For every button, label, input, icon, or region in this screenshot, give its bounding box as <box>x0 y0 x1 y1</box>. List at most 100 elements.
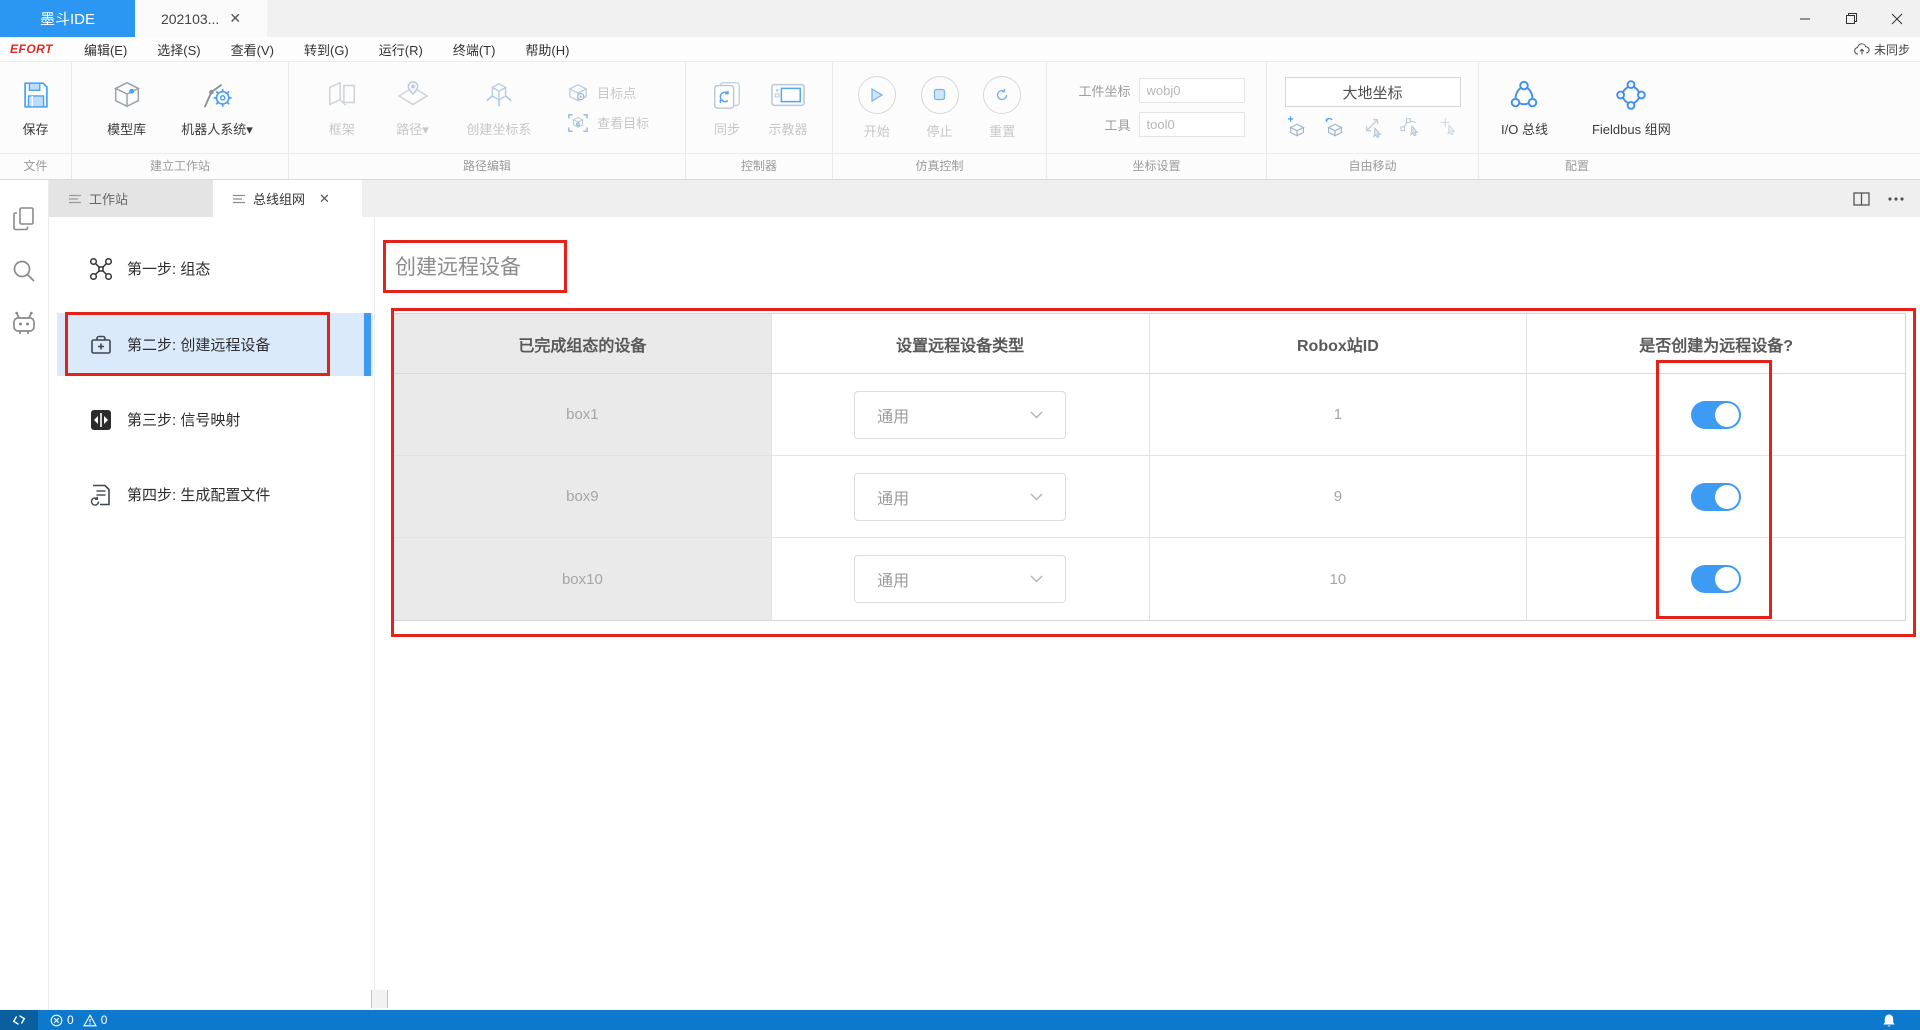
teach-pendant-button[interactable]: 示教器 <box>768 78 808 138</box>
view-target-label: 查看目标 <box>597 113 649 132</box>
step-1-item[interactable]: 第一步: 组态 <box>49 237 375 300</box>
fieldbus-label: Fieldbus 组网 <box>1592 119 1671 138</box>
device-type-select[interactable]: 通用 <box>854 555 1066 603</box>
view-target-icon <box>567 113 589 133</box>
tool-input[interactable] <box>1139 112 1245 137</box>
tab-bus-network[interactable]: 总线组网 ✕ <box>213 180 362 217</box>
toolbar-group-controller: 同步 示教器 控制器 <box>686 62 833 179</box>
menu-edit[interactable]: 编辑(E) <box>69 40 142 59</box>
world-coord-value: 大地坐标 <box>1342 82 1402 103</box>
document-tab-close-icon[interactable]: ✕ <box>229 10 241 27</box>
reset-button[interactable]: 重置 <box>983 76 1021 140</box>
menu-help[interactable]: 帮助(H) <box>510 40 584 59</box>
split-editor-icon[interactable] <box>1853 192 1870 206</box>
configuration-icon <box>89 257 113 281</box>
remote-device-toggle[interactable] <box>1691 565 1741 593</box>
document-tab[interactable]: 202103... ✕ <box>135 0 267 37</box>
move-object-icon[interactable] <box>1285 116 1309 138</box>
robot-system-icon <box>199 78 235 112</box>
target-point-icon <box>567 83 589 103</box>
step-1-label: 第一步: 组态 <box>127 258 210 279</box>
start-button[interactable]: 开始 <box>858 76 896 140</box>
minimize-button[interactable] <box>1782 0 1828 37</box>
restore-button[interactable] <box>1828 0 1874 37</box>
remote-indicator[interactable] <box>0 1010 38 1030</box>
app-tab[interactable]: 墨斗IDE <box>0 0 135 37</box>
menu-run[interactable]: 运行(R) <box>364 40 438 59</box>
step-2-item[interactable]: 第二步: 创建远程设备 <box>57 313 373 376</box>
create-device-icon <box>89 333 113 357</box>
panel-tab-strip: 工作站 总线组网 ✕ <box>49 180 1920 217</box>
tab-bus-network-close-icon[interactable]: ✕ <box>319 191 330 207</box>
toolbar-group-coord: 工件坐标 工具 坐标设置 <box>1047 62 1267 179</box>
notifications-button[interactable] <box>1882 1013 1920 1028</box>
create-coord-button[interactable]: 创建坐标系 <box>466 78 531 138</box>
remote-device-toggle[interactable] <box>1691 483 1741 511</box>
fieldbus-button[interactable]: Fieldbus 组网 <box>1592 78 1671 138</box>
wobj-input[interactable] <box>1139 78 1245 103</box>
tool-label: 工具 <box>1069 115 1131 134</box>
save-button[interactable]: 保存 <box>19 78 53 138</box>
step-3-label: 第三步: 信号映射 <box>127 409 240 430</box>
menu-terminal[interactable]: 终端(T) <box>438 40 511 59</box>
cloud-upload-icon <box>1854 43 1870 56</box>
view-target-button[interactable]: 查看目标 <box>567 113 649 133</box>
io-bus-button[interactable]: I/O 总线 <box>1501 78 1548 138</box>
page-title: 创建远程设备 <box>395 251 521 281</box>
close-button[interactable] <box>1874 0 1920 37</box>
path-label: 路径▾ <box>396 119 429 138</box>
chevron-down-icon <box>1030 493 1043 501</box>
explorer-icon[interactable] <box>11 206 37 232</box>
model-library-button[interactable]: 模型库 <box>107 78 146 138</box>
stop-label: 停止 <box>926 121 952 140</box>
start-label: 开始 <box>864 121 890 140</box>
menu-view[interactable]: 查看(V) <box>216 40 289 59</box>
group-label-path-edit: 路径编辑 <box>289 154 685 179</box>
bell-icon <box>1882 1013 1896 1028</box>
scale-cursor-icon[interactable] <box>1361 116 1385 138</box>
chevron-down-icon <box>1030 411 1043 419</box>
menu-goto[interactable]: 转到(G) <box>289 40 364 59</box>
remote-device-toggle[interactable] <box>1691 401 1741 429</box>
toolbar-group-sim: 开始 停止 重置 仿真控制 <box>833 62 1047 179</box>
stop-button[interactable]: 停止 <box>921 76 959 140</box>
sync-status[interactable]: 未同步 <box>1854 41 1920 58</box>
create-coord-label: 创建坐标系 <box>466 119 531 138</box>
frame-button[interactable]: 框架 <box>325 78 359 138</box>
toolbar-group-workstation: 模型库 机器人系统▾ 建立工作站 <box>72 62 289 179</box>
minimize-icon <box>1799 13 1811 25</box>
fieldbus-icon <box>1614 78 1648 112</box>
remote-icon <box>11 1012 28 1029</box>
robot-system-button[interactable]: 机器人系统▾ <box>181 78 253 138</box>
station-id-cell: 10 <box>1150 538 1528 620</box>
world-coord-select[interactable]: 大地坐标 <box>1285 77 1461 107</box>
efort-logo: EFORT <box>10 42 53 56</box>
node-edit-cursor-icon[interactable] <box>1399 116 1423 138</box>
path-button[interactable]: 路径▾ <box>395 78 431 138</box>
io-bus-label: I/O 总线 <box>1501 119 1548 138</box>
group-label-workstation: 建立工作站 <box>72 154 288 179</box>
menubar: EFORT 编辑(E) 选择(S) 查看(V) 转到(G) 运行(R) 终端(T… <box>0 37 1920 62</box>
sync-button[interactable]: 同步 <box>710 78 744 138</box>
device-type-select[interactable]: 通用 <box>854 473 1066 521</box>
panel-resize-handle[interactable] <box>371 990 388 1008</box>
step-4-item[interactable]: 第四步: 生成配置文件 <box>49 463 375 526</box>
search-icon[interactable] <box>11 258 37 284</box>
target-point-button[interactable]: 目标点 <box>567 83 649 103</box>
rotate-object-icon[interactable] <box>1323 116 1347 138</box>
list-icon <box>69 194 81 204</box>
more-actions-icon[interactable] <box>1888 197 1904 201</box>
device-type-cell: 通用 <box>772 456 1150 538</box>
station-id-cell: 9 <box>1150 456 1528 538</box>
robot-icon[interactable] <box>10 310 38 336</box>
step-3-item[interactable]: 第三步: 信号映射 <box>49 388 375 451</box>
list-icon <box>233 194 245 204</box>
menu-selection[interactable]: 选择(S) <box>142 40 215 59</box>
tab-workstation[interactable]: 工作站 <box>49 180 213 217</box>
device-type-select[interactable]: 通用 <box>854 391 1066 439</box>
selected-indicator <box>364 313 371 376</box>
group-label-config: 配置 <box>1479 154 1920 179</box>
free-move-cursor-icon[interactable] <box>1437 116 1461 138</box>
problems-summary[interactable]: 0 0 <box>38 1013 107 1027</box>
save-icon <box>19 78 53 112</box>
